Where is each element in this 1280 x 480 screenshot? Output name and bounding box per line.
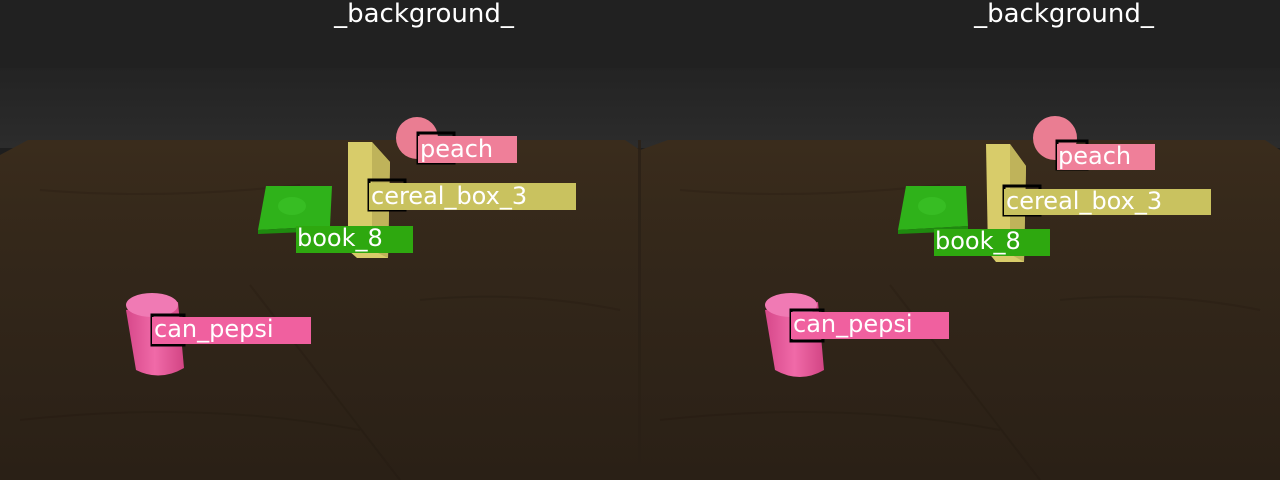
label-cereal-box-3: cereal_box_3 [367, 178, 576, 212]
background-label: _background_ [333, 0, 515, 29]
label-cereal-box-3: cereal_box_3 [1002, 184, 1211, 217]
label-can-pepsi: can_pepsi [150, 313, 311, 347]
label-peach: peach [1055, 139, 1155, 171]
svg-text:can_pepsi: can_pepsi [154, 315, 274, 343]
wall [640, 68, 1280, 148]
wall [0, 68, 640, 148]
background-label: _background_ [973, 0, 1155, 29]
svg-text:peach: peach [420, 135, 493, 163]
segmentation-scene: _background_ peach cereal_box_3 book_8 c… [0, 0, 1280, 480]
svg-text:book_8: book_8 [297, 224, 383, 252]
top-band [0, 0, 640, 68]
top-band [640, 0, 1280, 68]
label-book-8: book_8 [934, 227, 1050, 256]
right-panel: _background_ peach cereal_box_3 book_8 c… [638, 0, 1280, 480]
label-book-8: book_8 [296, 224, 413, 253]
left-panel: _background_ peach cereal_box_3 book_8 c… [0, 0, 640, 480]
svg-text:cereal_box_3: cereal_box_3 [371, 182, 527, 210]
label-peach: peach [416, 131, 517, 165]
svg-text:peach: peach [1058, 142, 1131, 170]
svg-text:can_pepsi: can_pepsi [793, 310, 913, 338]
svg-text:book_8: book_8 [935, 227, 1021, 255]
svg-text:cereal_box_3: cereal_box_3 [1006, 187, 1162, 215]
label-can-pepsi: can_pepsi [789, 308, 949, 343]
